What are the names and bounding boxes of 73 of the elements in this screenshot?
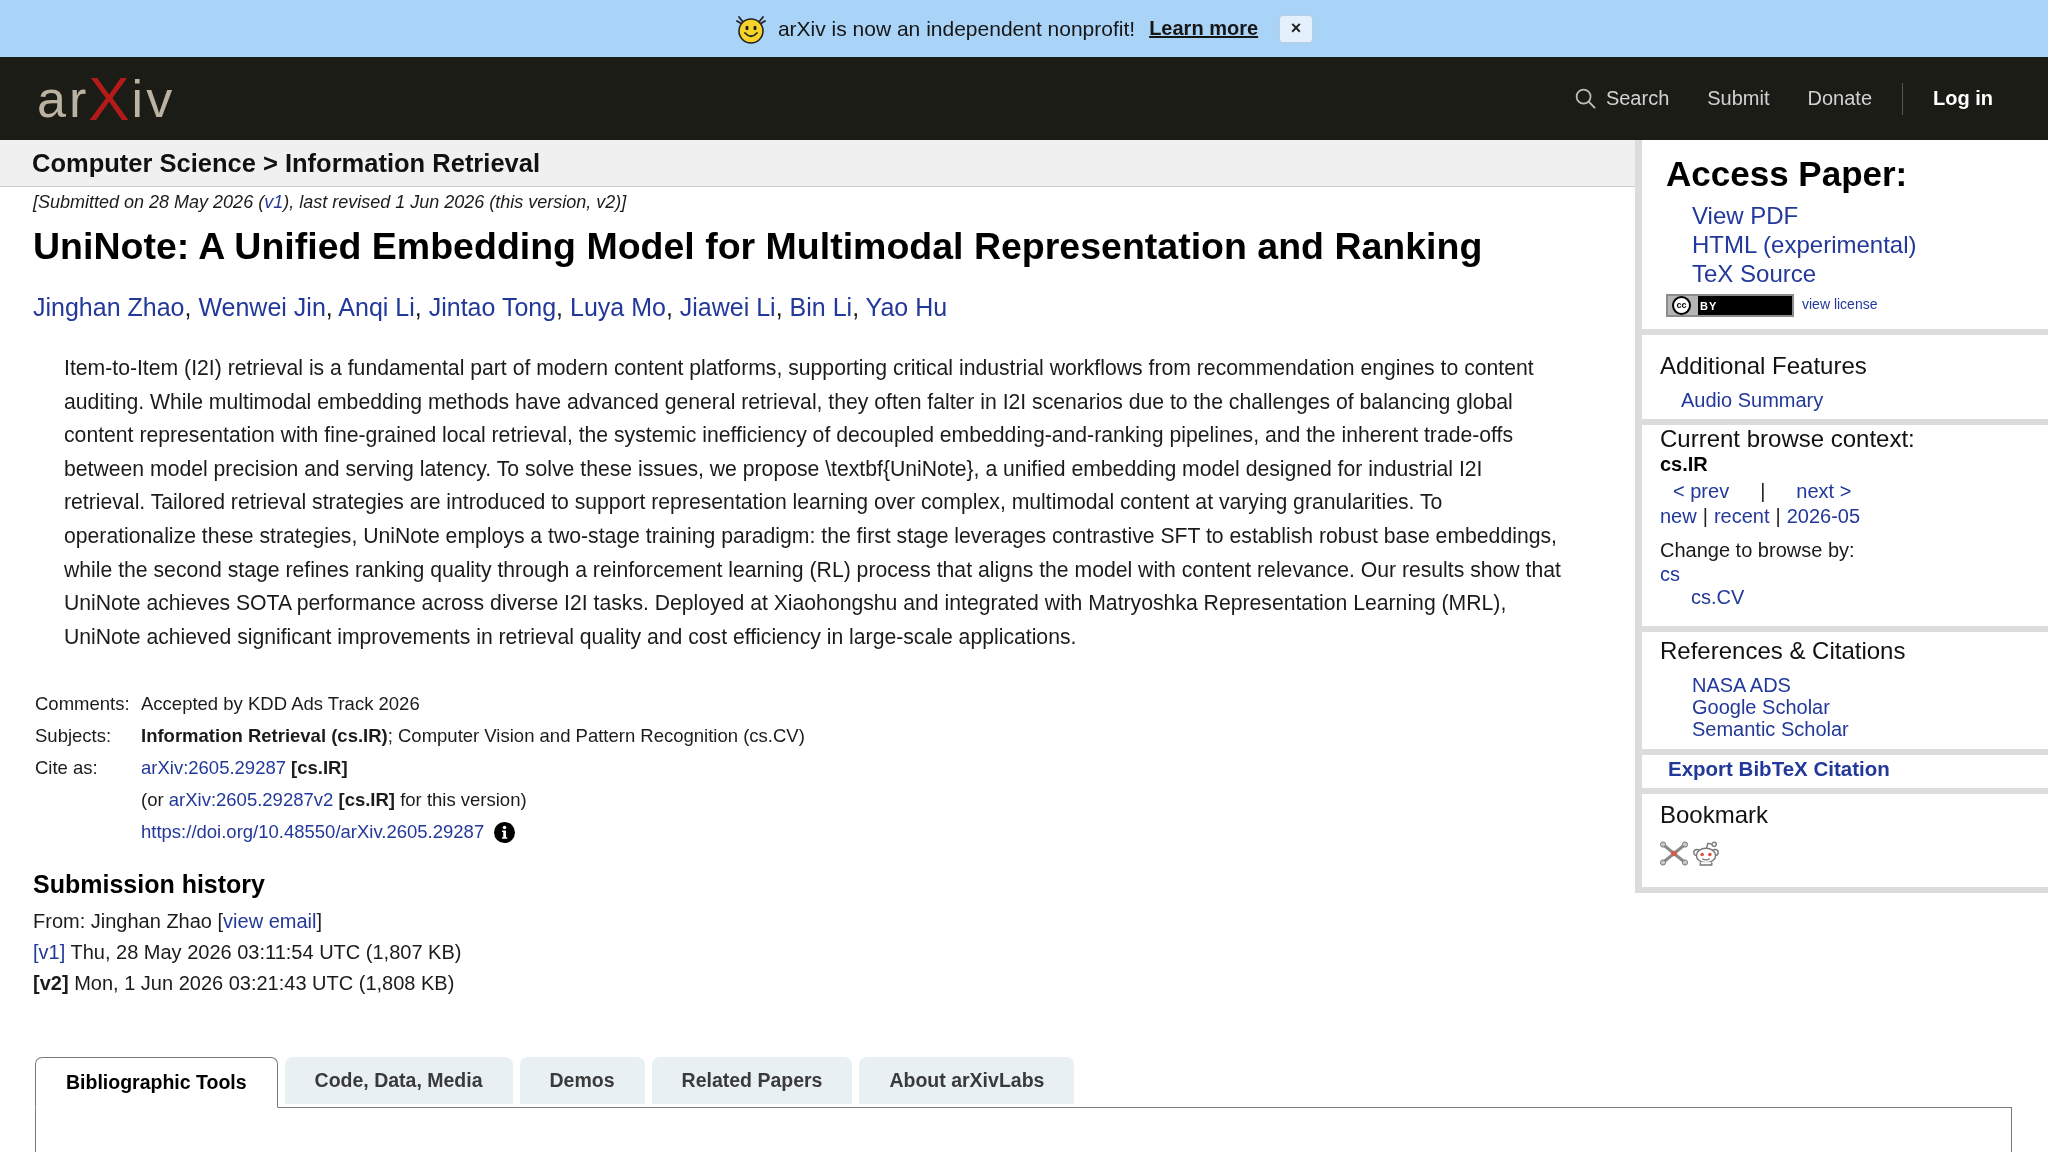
sidebar-link[interactable]: View PDF bbox=[1692, 200, 1799, 230]
tab[interactable]: Bibliographic Tools bbox=[35, 1057, 278, 1109]
browse-link[interactable]: < prev bbox=[1673, 478, 1730, 504]
tab[interactable]: About arXivLabs bbox=[859, 1057, 1075, 1105]
browse-label: Change to browse by: bbox=[1660, 537, 1855, 563]
sidebar-link[interactable]: TeX Source bbox=[1692, 258, 1817, 288]
tab[interactable]: Related Papers bbox=[651, 1057, 853, 1105]
field-value: Accepted by KDD Ads Track 2026 bbox=[141, 693, 420, 715]
author-link[interactable]: Jiawei Li bbox=[679, 293, 776, 321]
category-link[interactable]: cs bbox=[1660, 562, 1680, 586]
sidebar-link[interactable]: Audio Summary bbox=[1660, 388, 1824, 412]
arxiv-id-link[interactable]: arXiv:2605.29287 bbox=[141, 752, 287, 785]
license-badge[interactable]: cc BY bbox=[1666, 294, 1794, 317]
pipe-separator: | bbox=[1760, 478, 1766, 504]
browse-link[interactable]: next > bbox=[1796, 478, 1852, 504]
pipe-separator: | bbox=[1702, 503, 1708, 529]
browse-link[interactable]: recent bbox=[1713, 503, 1770, 529]
sidebar-link[interactable]: Google Scholar bbox=[1692, 696, 1830, 718]
author-link[interactable]: Wenwei Jin bbox=[198, 293, 326, 321]
info-icon[interactable] bbox=[494, 821, 516, 843]
category-link[interactable]: cs.CV bbox=[1691, 585, 1745, 609]
author-link[interactable]: Luya Mo bbox=[570, 293, 666, 321]
sidebar-link[interactable]: Semantic Scholar bbox=[1692, 718, 1849, 740]
breadcrumb-heading: Computer Science > Information Retrieval bbox=[32, 148, 540, 178]
tab[interactable]: Code, Data, Media bbox=[284, 1057, 513, 1105]
author-link[interactable]: Jintao Tong bbox=[428, 293, 557, 321]
nav-link[interactable]: Submit bbox=[1707, 87, 1770, 110]
learn-more-link[interactable]: Learn more bbox=[1149, 17, 1259, 40]
tab[interactable]: Demos bbox=[519, 1057, 645, 1105]
site-logo[interactable]: arXiv bbox=[37, 67, 176, 130]
author-link[interactable]: Jinghan Zhao bbox=[33, 293, 185, 321]
field-label: Comments: bbox=[35, 692, 131, 717]
submission-dateline: [Submitted on 28 May 2026 (v1), last revised 1 Jun 2026 (this version, v2)] bbox=[33, 191, 628, 213]
field-value: Information Retrieval (cs.IR); Computer Vision and Pattern Recognition (cs.CV) bbox=[141, 725, 805, 747]
close-button[interactable]: × bbox=[1279, 14, 1314, 43]
field-label: Cite as: bbox=[35, 756, 99, 781]
sidebar-heading: Bookmark bbox=[1660, 801, 1770, 829]
search-icon[interactable] bbox=[1574, 88, 1596, 109]
export-citation-link[interactable]: Export BibTeX Citation bbox=[1668, 757, 1890, 781]
arxiv-id-link[interactable]: arXiv:2605.29287v2 bbox=[168, 789, 334, 811]
nav-link[interactable]: Donate bbox=[1807, 87, 1872, 110]
author-link[interactable]: Yao Hu bbox=[865, 293, 948, 321]
search-link[interactable]: Search bbox=[1574, 87, 1670, 110]
version-note: (or arXiv:2605.29287v2 [cs.IR] for this version) bbox=[141, 788, 527, 813]
section-heading: Submission history bbox=[33, 869, 266, 900]
abstract-text: Item-to-Item (I2I) retrieval is a fundamental part of modern content platforms, supporting critical industrial workflows from recommendation engines to content auditing. While multimodal embedding methods have advanced general retrieval, they often falter in I2I scenarios due to the challenges of balancing global content representation with fine-grained local retrieval, the systemic inefficiency of decoupled embedding-and-ranking pipelines, and the inherent trade-offs between model precision and serving latency. To solve these issues, we propose \textbf{UniNote}, a unified embedding model designed for industrial I2I retrieval. Tailored retrieval strategies are introduced to support representation learning over complex, multimodal content at varying granularities. To operationalize these strategies, UniNote employs a two-stage training paradigm: the first stage leverages contrastive SFT to establish robust base embeddings, while the second stage refines ranking quality through a reinforcement learning (RL) process that aligns the model with content relevance. Our results show that UniNote achieves SOTA performance across diverse I2I tasks. Deployed at Xiaohongshu and integrated with Matryoshka Representation Learning (MRL), UniNote achieved significant improvements in retrieval quality and cost efficiency in large-scale applications. bbox=[64, 355, 1562, 651]
announcement-text: arXiv is now an independent nonprofit! bbox=[777, 16, 1136, 41]
login-link[interactable]: Log in bbox=[1933, 87, 1993, 110]
view-email-link[interactable]: view email bbox=[223, 910, 317, 933]
field-label: Subjects: bbox=[35, 724, 113, 749]
author-list: Jinghan Zhao, Wenwei Jin, Anqi Li, Jintao Tong, Luya Mo, Jiawei Li, Bin Li, Yao Hu bbox=[33, 292, 1635, 322]
license-link[interactable]: view license bbox=[1802, 295, 1878, 312]
version-entry: [v1] Thu, 28 May 2026 03:11:54 UTC (1,807 KB) bbox=[33, 940, 463, 966]
alien-head-icon[interactable] bbox=[1692, 841, 1720, 866]
sidebar-heading: Access Paper: bbox=[1666, 154, 1909, 194]
author-link[interactable]: Bin Li bbox=[789, 293, 853, 321]
category-label: [cs.IR] bbox=[291, 756, 348, 781]
sidebar-link[interactable]: NASA ADS bbox=[1692, 674, 1791, 696]
sidebar-heading: References & Citations bbox=[1660, 637, 1907, 665]
crossed-sticks-icon[interactable] bbox=[1660, 841, 1688, 866]
sidebar-link[interactable]: HTML (experimental) bbox=[1692, 229, 1917, 259]
sidebar-heading: Current browse context: bbox=[1660, 425, 1916, 453]
version-link[interactable]: [v1] bbox=[33, 941, 66, 964]
sidebar-heading: Additional Features bbox=[1660, 352, 1868, 380]
paper-title: UniNote: A Unified Embedding Model for Multimodal Representation and Ranking bbox=[33, 224, 1484, 268]
author-link[interactable]: Anqi Li bbox=[338, 293, 415, 321]
browse-link[interactable]: 2026-05 bbox=[1786, 503, 1861, 529]
pipe-separator: | bbox=[1775, 503, 1781, 529]
version-entry: [v2] Mon, 1 Jun 2026 03:21:43 UTC (1,808 KB) bbox=[33, 971, 456, 997]
browse-link[interactable]: new bbox=[1660, 503, 1697, 529]
doi-link[interactable]: https://doi.org/10.48550/arXiv.2605.29287 bbox=[141, 816, 485, 849]
sender-line: From: Jinghan Zhao [view email] bbox=[33, 909, 323, 935]
context-label: cs.IR bbox=[1660, 453, 1708, 475]
